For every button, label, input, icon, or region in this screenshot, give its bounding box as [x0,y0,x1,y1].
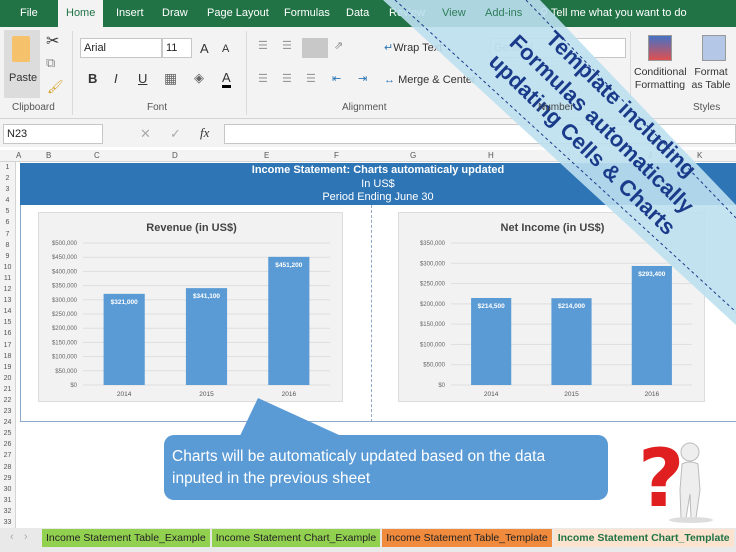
number-group-label: Number [538,102,574,113]
promo-banner: Template including Formulas automaticall… [383,0,736,325]
tab-view[interactable]: View [434,0,474,27]
tab-add-ins[interactable]: Add-ins [477,0,530,27]
